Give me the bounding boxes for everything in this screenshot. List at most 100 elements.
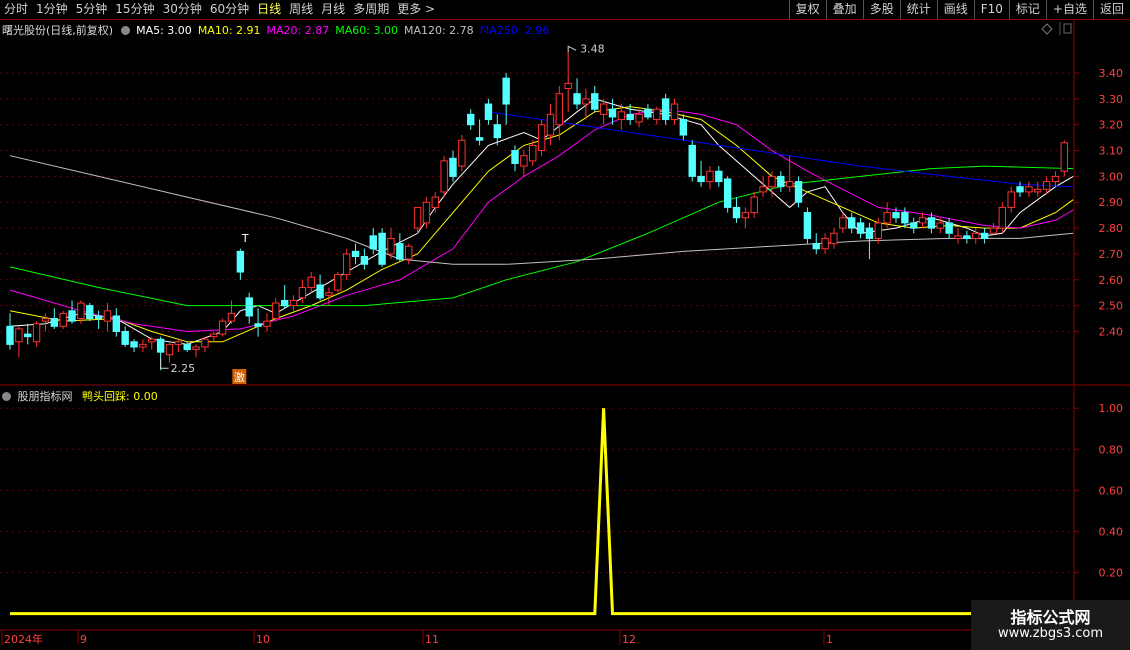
ma-label-4: MA120: 2.78: [403, 24, 474, 37]
candle-body: [617, 111, 626, 121]
candle: [405, 243, 413, 265]
candle: [121, 326, 129, 347]
candle: [112, 308, 121, 337]
candle: [715, 166, 723, 187]
settings-dot-icon[interactable]: [2, 392, 11, 401]
t-marker: T: [241, 232, 249, 245]
low-pointer: [160, 358, 169, 369]
candle-body: [582, 98, 590, 105]
candle-body: [777, 175, 785, 188]
candle-body: [467, 113, 475, 126]
candle: [821, 233, 829, 254]
price-tick-label: 2.60: [1099, 274, 1124, 287]
candle-body: [839, 217, 847, 229]
candle: [653, 106, 661, 125]
candle-body: [59, 312, 67, 327]
candle-body: [272, 302, 280, 320]
candle: [723, 176, 732, 213]
candle-body: [210, 333, 218, 338]
candle-body: [936, 222, 944, 229]
candle-body: [316, 284, 324, 299]
candle-body: [103, 310, 112, 322]
ma-legend: MA5: 3.00 MA10: 2.91 MA20: 2.87 MA60: 3.00 M…: [136, 24, 555, 37]
candle: [670, 98, 679, 125]
candle-body: [449, 157, 457, 177]
candle: [254, 308, 262, 337]
candle-body: [785, 181, 794, 188]
candle-body: [254, 323, 262, 327]
candle-body: [32, 323, 41, 343]
time-tick-label: 11: [425, 633, 439, 646]
candle-body: [732, 206, 741, 219]
candle: [130, 339, 138, 353]
candle-body: [458, 139, 466, 167]
candle-body: [360, 256, 369, 265]
candle-body: [183, 343, 191, 351]
candle-body: [307, 276, 315, 289]
ma-label-2: MA20: 2.87: [266, 24, 330, 37]
candle-body: [874, 222, 882, 239]
time-tick-label: 10: [256, 633, 270, 646]
candle: [794, 176, 803, 208]
candle-body: [1016, 186, 1024, 193]
candle-body: [980, 232, 989, 239]
panel-toggle-icon[interactable]: [1063, 23, 1072, 34]
candle-body: [910, 222, 918, 229]
candle-body: [475, 137, 484, 141]
indicator-tick-label: 0.20: [1099, 567, 1124, 580]
diamond-icon[interactable]: [1041, 23, 1053, 35]
candle: [174, 339, 183, 353]
candle: [573, 78, 581, 110]
price-tick-label: 3.10: [1099, 145, 1124, 158]
candle-body: [484, 103, 493, 121]
candle: [697, 160, 705, 187]
candle: [15, 326, 23, 358]
candle: [688, 140, 696, 182]
candle: [661, 93, 670, 125]
candle-body: [218, 320, 227, 335]
candle: [263, 313, 271, 332]
price-tick-label: 3.20: [1099, 119, 1124, 132]
candle: [245, 292, 253, 324]
candle: [998, 202, 1007, 234]
candle-body: [794, 181, 803, 203]
ma-label-5: MA250: 2.96: [479, 24, 550, 37]
candle-body: [1034, 188, 1042, 193]
candle: [484, 98, 493, 125]
candle-body: [821, 237, 829, 250]
settings-dot-icon[interactable]: [120, 26, 130, 35]
ma-line-ma60: [9, 165, 1074, 307]
candle-body: [856, 222, 865, 234]
candle: [59, 310, 67, 329]
candle-body: [201, 338, 209, 348]
time-tick-label: 1: [826, 633, 833, 646]
candle: [972, 228, 980, 244]
candle: [280, 284, 289, 309]
candle-body: [378, 232, 386, 265]
candle: [502, 73, 510, 125]
candle: [1034, 181, 1042, 198]
watermark: 指标公式网 www.zbgs3.com: [971, 600, 1130, 650]
candle-body: [405, 245, 413, 260]
candle-body: [706, 170, 714, 183]
candle-body: [741, 212, 750, 219]
candle: [803, 207, 812, 244]
candle: [750, 191, 758, 218]
candle-body: [989, 227, 998, 234]
candle: [768, 171, 776, 198]
candle: [449, 150, 457, 182]
candle-body: [396, 243, 404, 260]
sub-panel-header: 股朋指标网 鸭头回踩: 0.00: [2, 388, 158, 404]
candle-body: [68, 310, 76, 322]
candle: [1025, 181, 1033, 198]
time-tick-label: 12: [622, 633, 636, 646]
indicator-tick-label: 1.00: [1099, 402, 1124, 415]
candle-body: [121, 330, 129, 345]
candle-body: [15, 328, 23, 343]
candle-body: [927, 217, 936, 229]
candle: [351, 243, 360, 265]
candle: [759, 176, 767, 198]
candle-body: [41, 318, 50, 322]
kline-chart[interactable]: 2.40 2.50 2.60 2.70 2.80 2.90 3.00 3.10 3.20 3.30…: [0, 0, 1130, 650]
main-panel-header: 曙光股份(日线,前复权) MA5: 3.00 MA10: 2.91 MA20: 2.…: [2, 22, 555, 38]
